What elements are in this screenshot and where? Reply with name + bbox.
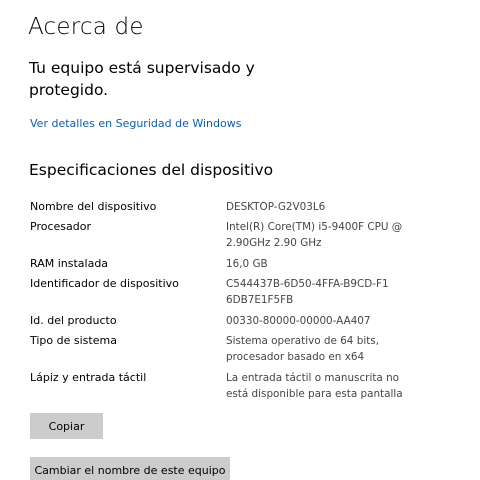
spec-value-processor: Intel(R) Core(TM) i5-9400F CPU @ 2.90GHz… (226, 221, 403, 249)
about-page: Acerca de Tu equipo está supervisado y p… (0, 0, 480, 480)
spec-value-device-id: C544437B-6D50-4FFA-B9CD-F16DB7E1F5FB (226, 278, 389, 306)
spec-label-device-id: Identificador de dispositivo (30, 277, 179, 290)
protection-status-text: Tu equipo está supervisado y protegido. (29, 59, 255, 99)
copy-button[interactable]: Copiar (30, 413, 103, 439)
spec-label-pen-touch: Lápiz y entrada táctil (30, 371, 147, 384)
spec-value-device-name: DESKTOP-G2V03L6 (226, 201, 326, 213)
spec-label-ram: RAM instalada (30, 257, 109, 270)
spec-label-system-type: Tipo de sistema (30, 334, 117, 347)
windows-security-link[interactable]: Ver detalles en Seguridad de Windows (30, 117, 241, 130)
spec-value-product-id: 00330-80000-00000-AA407 (226, 315, 371, 327)
spec-value-system-type: Sistema operativo de 64 bits, procesador… (226, 335, 379, 363)
spec-value-pen-touch: La entrada táctil o manuscrita no está d… (226, 372, 403, 400)
rename-pc-button[interactable]: Cambiar el nombre de este equipo (30, 457, 230, 480)
device-specs-heading: Especificaciones del dispositivo (29, 161, 274, 179)
spec-label-device-name: Nombre del dispositivo (30, 200, 157, 213)
spec-value-ram: 16,0 GB (226, 258, 268, 270)
spec-label-product-id: Id. del producto (30, 314, 117, 327)
spec-label-processor: Procesador (30, 220, 91, 233)
page-title: Acerca de (28, 14, 144, 40)
